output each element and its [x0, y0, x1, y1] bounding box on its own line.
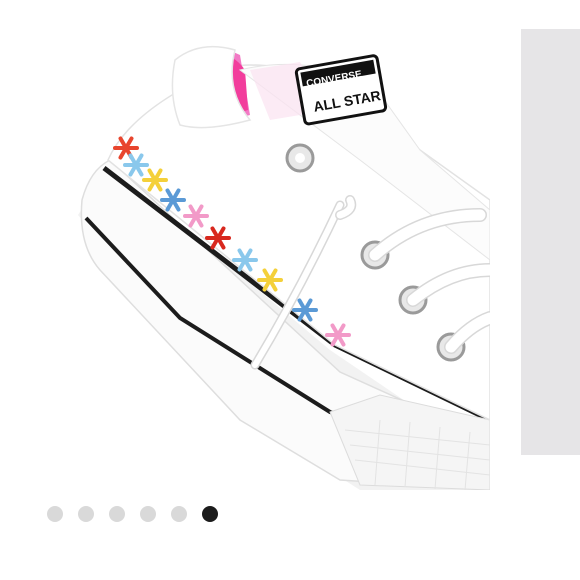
product-image[interactable]: CONVERSE ALL STAR [0, 0, 490, 490]
carousel-pagination [47, 506, 218, 522]
carousel-dot-1[interactable] [47, 506, 63, 522]
carousel-dot-5[interactable] [171, 506, 187, 522]
carousel-dot-6[interactable] [202, 506, 218, 522]
carousel-dot-3[interactable] [109, 506, 125, 522]
heel-logo-patch: CONVERSE ALL STAR [294, 54, 388, 126]
next-image-preview[interactable] [521, 29, 580, 455]
carousel-dot-4[interactable] [140, 506, 156, 522]
converse-sneaker-illustration: CONVERSE ALL STAR [78, 45, 490, 490]
carousel-dot-2[interactable] [78, 506, 94, 522]
